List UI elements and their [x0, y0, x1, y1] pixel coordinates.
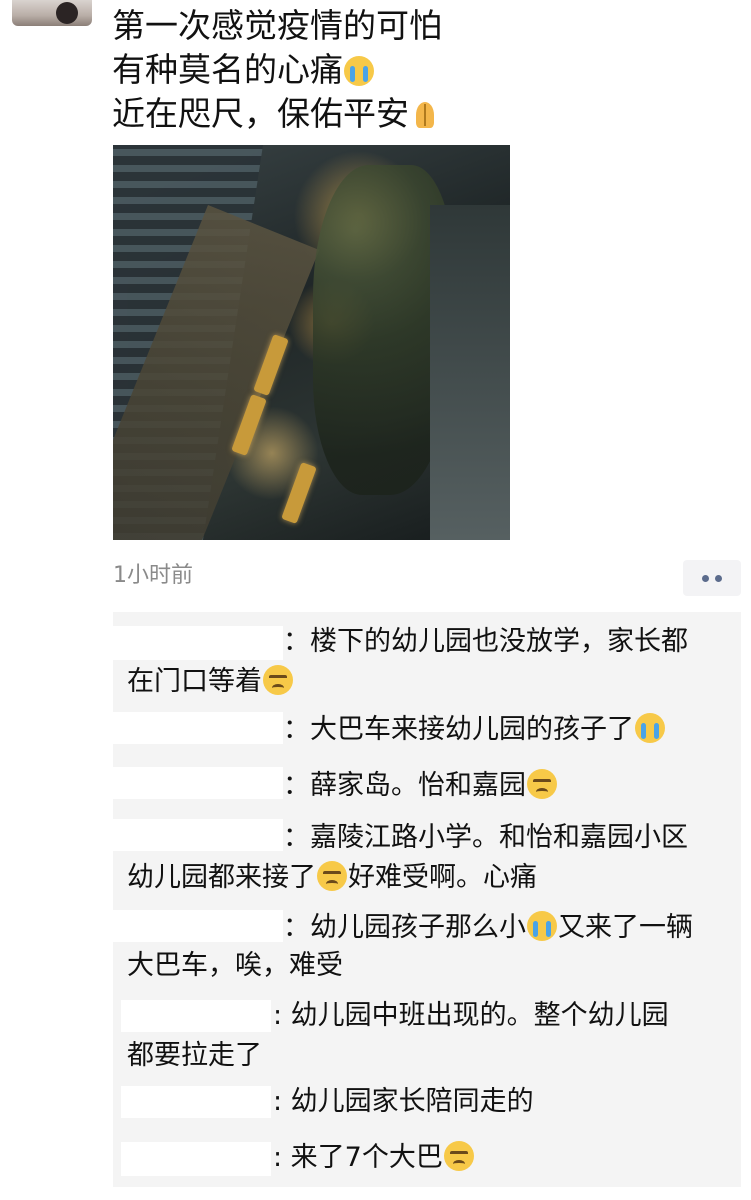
photo-wall	[430, 205, 510, 540]
dot-icon	[702, 574, 709, 582]
photo-bus	[281, 462, 317, 524]
comment-line: ：薛家岛。怡和嘉园	[283, 766, 558, 806]
post-line-2: 有种莫名的心痛	[112, 50, 343, 89]
post-line-3: 近在咫尺，保佑平安	[112, 94, 409, 133]
praying-hands-icon	[410, 100, 440, 130]
persevering-face-icon	[263, 665, 293, 695]
comment-line: : 幼儿园家长陪同走的	[273, 1086, 534, 1117]
comment-author-redacted	[113, 712, 283, 744]
post-time: 1小时前	[113, 563, 193, 584]
crying-face-icon	[635, 713, 665, 743]
comment-line: 大巴车，唉，难受	[127, 950, 343, 981]
comment-author-redacted	[121, 1086, 271, 1118]
post-line-1: 第一次感觉疫情的可怕	[112, 6, 442, 45]
comment-line: 幼儿园都来接了 好难受啊。心痛	[127, 861, 537, 893]
comment-author-redacted	[113, 767, 283, 799]
more-options-button[interactable]	[683, 560, 741, 596]
comment-line: ：楼下的幼儿园也没放学，家长都	[283, 626, 688, 657]
comment-line: ：嘉陵江路小学。和怡和嘉园小区	[283, 822, 688, 853]
post-text: 第一次感觉疫情的可怕 有种莫名的心痛 近在咫尺，保佑平安	[112, 4, 712, 136]
post-photo[interactable]	[113, 145, 510, 540]
comment-author-redacted	[113, 819, 283, 851]
comment-line: : 来了7个大巴	[273, 1138, 475, 1178]
avatar[interactable]	[12, 0, 92, 26]
comment-author-redacted	[113, 910, 283, 942]
crying-face-icon	[344, 56, 374, 86]
comment-author-redacted	[121, 1000, 271, 1032]
comment-line: 都要拉走了	[127, 1040, 262, 1071]
persevering-face-icon	[527, 769, 557, 799]
comment-line: ：大巴车来接幼儿园的孩子了	[283, 710, 666, 750]
comment-line: 在门口等着	[127, 662, 294, 702]
dot-icon	[715, 574, 722, 582]
comment-line: ：幼儿园孩子那么小 又来了一辆	[283, 911, 693, 943]
comment-author-redacted	[113, 626, 283, 660]
crying-face-icon	[527, 911, 557, 941]
persevering-face-icon	[443, 1141, 474, 1171]
comment-line: : 幼儿园中班出现的。整个幼儿园	[273, 1000, 669, 1031]
comment-author-redacted	[121, 1142, 271, 1176]
comment-section: ：楼下的幼儿园也没放学，家长都 在门口等着 ：大巴车来接幼儿园的孩子了 ：薛家岛…	[113, 612, 741, 1187]
persevering-face-icon	[317, 861, 347, 891]
